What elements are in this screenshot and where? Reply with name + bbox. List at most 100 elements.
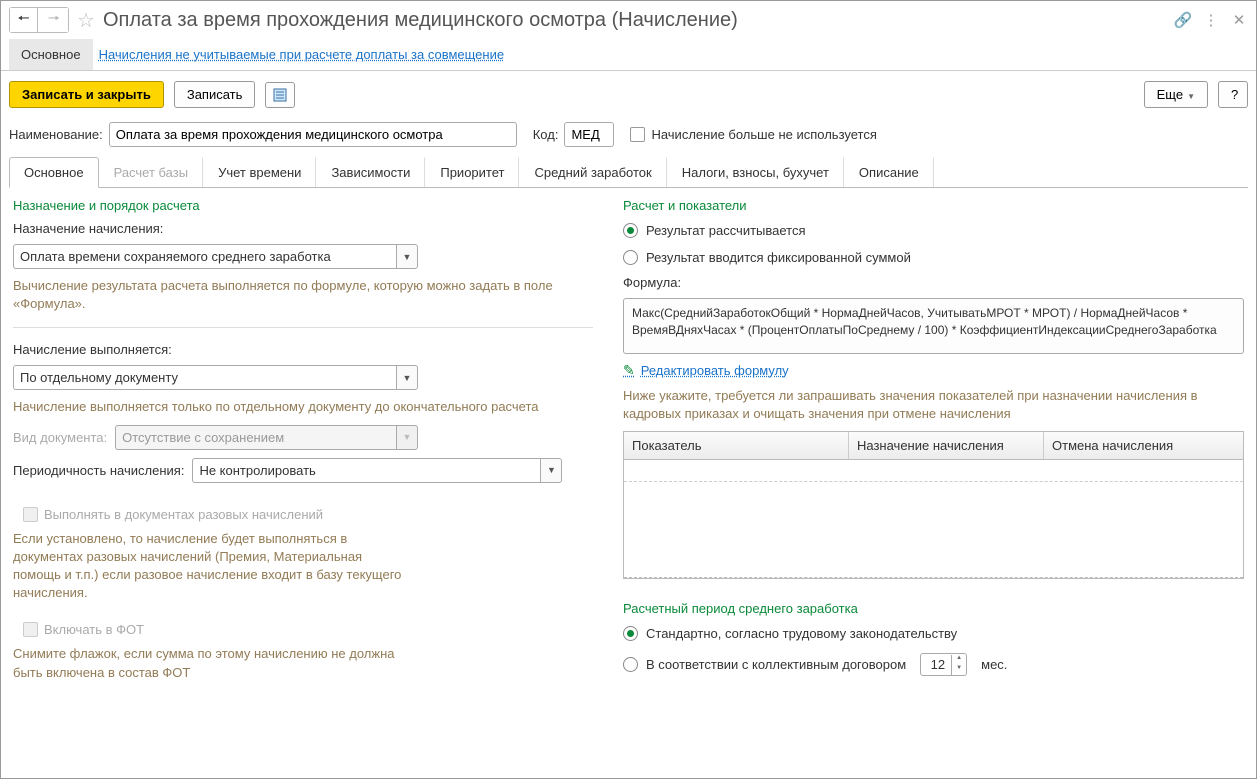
spinner-up-icon[interactable]: ▲: [952, 655, 966, 665]
period-row: Периодичность начисления: Не контролиров…: [13, 458, 593, 483]
subnav-link[interactable]: Начисления не учитываемые при расчете до…: [93, 39, 511, 70]
table-header: Показатель Назначение начисления Отмена …: [624, 432, 1243, 460]
doc-type-row: Вид документа: Отсутствие с сохранением …: [13, 425, 418, 450]
onetime-checkbox-wrap: Выполнять в документах разовых начислени…: [23, 507, 593, 522]
forward-button[interactable]: 🠖: [40, 8, 68, 32]
main-tabs: Основное Расчет базы Учет времени Зависи…: [9, 157, 1248, 188]
name-input[interactable]: [109, 122, 517, 147]
months-value: 12: [921, 654, 951, 675]
app-window: 🠔 🠖 ☆ Оплата за время прохождения медици…: [0, 0, 1257, 779]
exec-label: Начисление выполняется:: [13, 342, 593, 357]
save-button[interactable]: Записать: [174, 81, 256, 108]
link-icon[interactable]: 🔗: [1174, 11, 1192, 29]
fot-label: Включать в ФОТ: [44, 622, 144, 637]
indicators-table: Показатель Назначение начисления Отмена …: [623, 431, 1244, 579]
edit-formula-link[interactable]: ✎ Редактировать формулу: [623, 362, 1244, 379]
avg-period-section: Расчетный период среднего заработка: [623, 601, 1244, 616]
exec-select[interactable]: По отдельному документу ▼: [13, 365, 418, 390]
formula-box[interactable]: Макс(СреднийЗаработокОбщий * НормаДнейЧа…: [623, 298, 1244, 354]
radio-icon[interactable]: [623, 250, 638, 265]
edit-formula-text: Редактировать формулу: [641, 363, 789, 378]
tab-base[interactable]: Расчет базы: [99, 157, 204, 187]
doc-type-value: Отсутствие с сохранением: [115, 425, 396, 450]
result-fixed-radio[interactable]: Результат вводится фиксированной суммой: [623, 248, 1244, 267]
tab-desc[interactable]: Описание: [844, 157, 934, 187]
titlebar: 🠔 🠖 ☆ Оплата за время прохождения медици…: [1, 1, 1256, 39]
subnav-main-tab[interactable]: Основное: [9, 39, 93, 70]
right-column: Расчет и показатели Результат рассчитыва…: [623, 198, 1244, 768]
doc-type-label: Вид документа:: [13, 430, 107, 445]
spinner-down-icon[interactable]: ▼: [952, 665, 966, 675]
dropdown-icon[interactable]: ▼: [540, 458, 562, 483]
doc-type-select: Отсутствие с сохранением ▼: [115, 425, 418, 450]
dropdown-icon[interactable]: ▼: [396, 244, 418, 269]
divider: [13, 327, 593, 328]
result-calc-radio[interactable]: Результат рассчитывается: [623, 221, 1244, 240]
tab-taxes[interactable]: Налоги, взносы, бухучет: [667, 157, 844, 187]
onetime-hint: Если установлено, то начисление будет вы…: [13, 530, 403, 603]
onetime-checkbox: [23, 507, 38, 522]
name-label: Наименование:: [9, 127, 103, 142]
period-value: Не контролировать: [192, 458, 540, 483]
code-input[interactable]: [564, 122, 614, 147]
more-icon[interactable]: ⋮: [1202, 11, 1220, 29]
radio-icon[interactable]: [623, 626, 638, 641]
dropdown-icon[interactable]: ▼: [396, 365, 418, 390]
toolbar: Записать и закрыть Записать Еще ?: [1, 71, 1256, 118]
list-button[interactable]: [265, 82, 295, 108]
nav-buttons: 🠔 🠖: [9, 7, 69, 33]
period-collective-radio[interactable]: В соответствии с коллективным договором …: [623, 651, 1244, 678]
months-spinner[interactable]: 12 ▲ ▼: [920, 653, 967, 676]
purpose-section-title: Назначение и порядок расчета: [13, 198, 593, 213]
title-tools: 🔗 ⋮ ✕: [1174, 11, 1248, 29]
table-row[interactable]: [624, 460, 1243, 482]
close-icon[interactable]: ✕: [1230, 11, 1248, 29]
not-used-label: Начисление больше не используется: [651, 127, 876, 142]
exec-value: По отдельному документу: [13, 365, 396, 390]
period-select[interactable]: Не контролировать ▼: [192, 458, 562, 483]
left-column: Назначение и порядок расчета Назначение …: [13, 198, 593, 768]
help-button[interactable]: ?: [1218, 81, 1248, 108]
period-standard-radio[interactable]: Стандартно, согласно трудовому законодат…: [623, 624, 1244, 643]
favorite-icon[interactable]: ☆: [75, 9, 97, 31]
table-body[interactable]: [624, 460, 1243, 578]
fot-checkbox: [23, 622, 38, 637]
more-button[interactable]: Еще: [1144, 81, 1208, 108]
period-collective-label: В соответствии с коллективным договором: [646, 657, 906, 672]
code-label: Код:: [533, 127, 559, 142]
result-calc-label: Результат рассчитывается: [646, 223, 806, 238]
not-used-checkbox[interactable]: [630, 127, 645, 142]
purpose-hint: Вычисление результата расчета выполняетс…: [13, 277, 593, 313]
back-button[interactable]: 🠔: [10, 8, 38, 32]
th-indicator: Показатель: [624, 432, 849, 459]
calc-section-title: Расчет и показатели: [623, 198, 1244, 213]
not-used-checkbox-wrap[interactable]: Начисление больше не используется: [630, 127, 876, 142]
header-fields: Наименование: Код: Начисление больше не …: [1, 118, 1256, 157]
th-assign: Назначение начисления: [849, 432, 1044, 459]
radio-icon[interactable]: [623, 657, 638, 672]
list-icon: [272, 87, 288, 103]
purpose-select[interactable]: Оплата времени сохраняемого среднего зар…: [13, 244, 418, 269]
dropdown-icon: ▼: [396, 425, 418, 450]
tab-time[interactable]: Учет времени: [203, 157, 316, 187]
onetime-label: Выполнять в документах разовых начислени…: [44, 507, 323, 522]
save-close-button[interactable]: Записать и закрыть: [9, 81, 164, 108]
radio-icon[interactable]: [623, 223, 638, 238]
window-title: Оплата за время прохождения медицинского…: [103, 9, 1174, 32]
th-cancel: Отмена начисления: [1044, 432, 1243, 459]
content: Назначение и порядок расчета Назначение …: [1, 188, 1256, 778]
formula-label: Формула:: [623, 275, 1244, 290]
fot-checkbox-wrap: Включать в ФОТ: [23, 622, 593, 637]
tab-priority[interactable]: Приоритет: [425, 157, 519, 187]
months-unit: мес.: [981, 657, 1007, 672]
pencil-icon: ✎: [623, 362, 635, 379]
table-hint: Ниже укажите, требуется ли запрашивать з…: [623, 387, 1244, 423]
period-standard-label: Стандартно, согласно трудовому законодат…: [646, 626, 957, 641]
tab-average[interactable]: Средний заработок: [519, 157, 666, 187]
fot-hint: Снимите флажок, если сумма по этому начи…: [13, 645, 403, 681]
result-fixed-label: Результат вводится фиксированной суммой: [646, 250, 911, 265]
period-label: Периодичность начисления:: [13, 463, 184, 478]
tab-main[interactable]: Основное: [9, 157, 99, 188]
tab-deps[interactable]: Зависимости: [316, 157, 425, 187]
exec-hint: Начисление выполняется только по отдельн…: [13, 398, 593, 416]
